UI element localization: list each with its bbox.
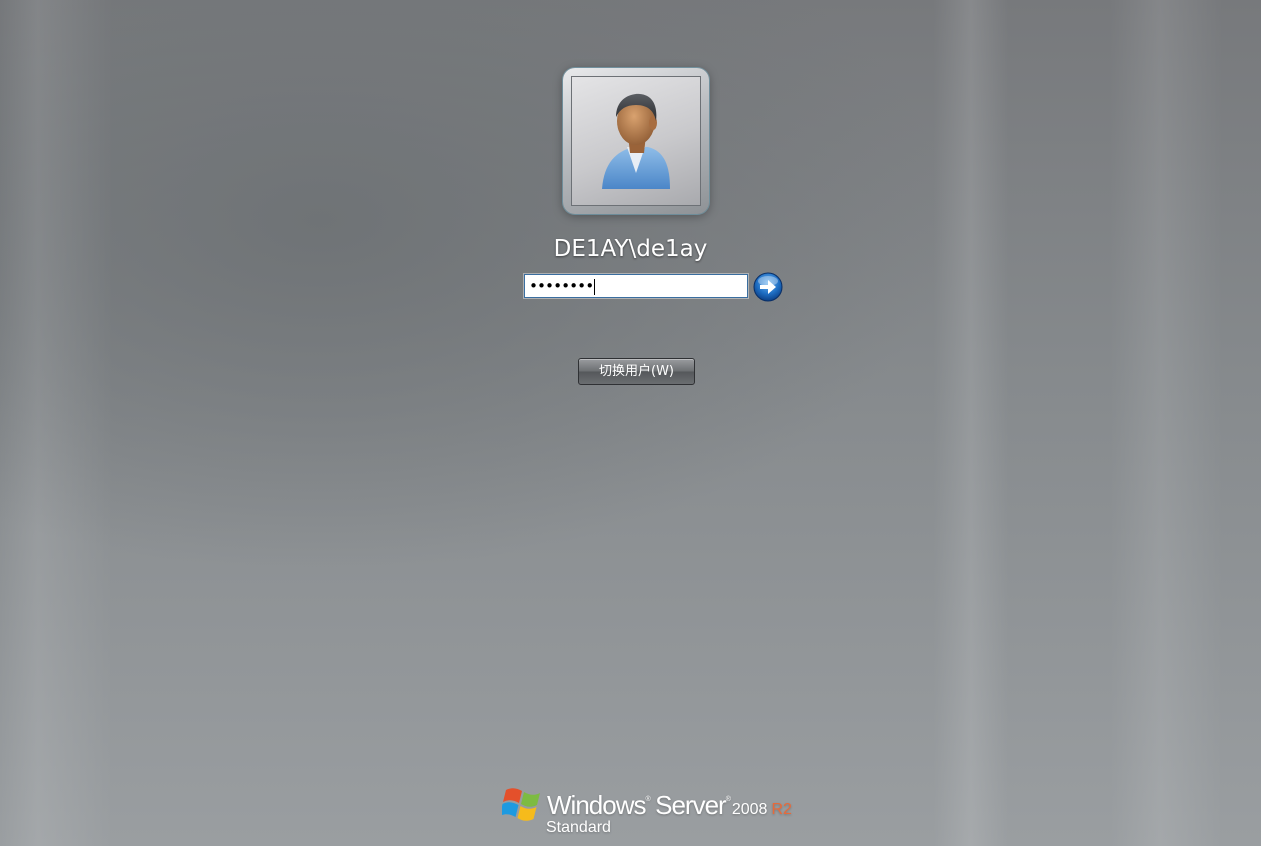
- brand-windows-word: Windows: [547, 790, 646, 820]
- text-caret: [594, 278, 596, 295]
- windows-server-branding: Windows® Server®2008 R2 Standard: [502, 782, 792, 842]
- brand-release: R2: [771, 801, 792, 818]
- product-name: Windows® Server®2008 R2: [547, 790, 792, 821]
- password-field[interactable]: ••••••••: [524, 274, 748, 298]
- brand-year: 2008: [731, 801, 768, 818]
- user-tile[interactable]: [563, 68, 709, 214]
- user-avatar-icon: [602, 93, 670, 189]
- password-masked-value: ••••••••: [529, 277, 596, 295]
- brand-trademark: ®: [645, 796, 651, 803]
- username-label: DE1AY\de1ay: [553, 236, 708, 262]
- brand-trademark-2: ®: [725, 796, 731, 803]
- brand-edition: Standard: [546, 819, 611, 836]
- arrow-right-icon: [753, 272, 783, 302]
- submit-arrow-button[interactable]: [753, 272, 783, 302]
- switch-user-button[interactable]: 切换用户(W): [578, 358, 695, 385]
- logon-screen: { "user": { "name": "DE1AY\\de1ay", "ava…: [0, 0, 1261, 846]
- brand-server-word: Server: [655, 790, 727, 820]
- windows-flag-icon: [502, 788, 540, 821]
- user-avatar-frame: [571, 76, 701, 206]
